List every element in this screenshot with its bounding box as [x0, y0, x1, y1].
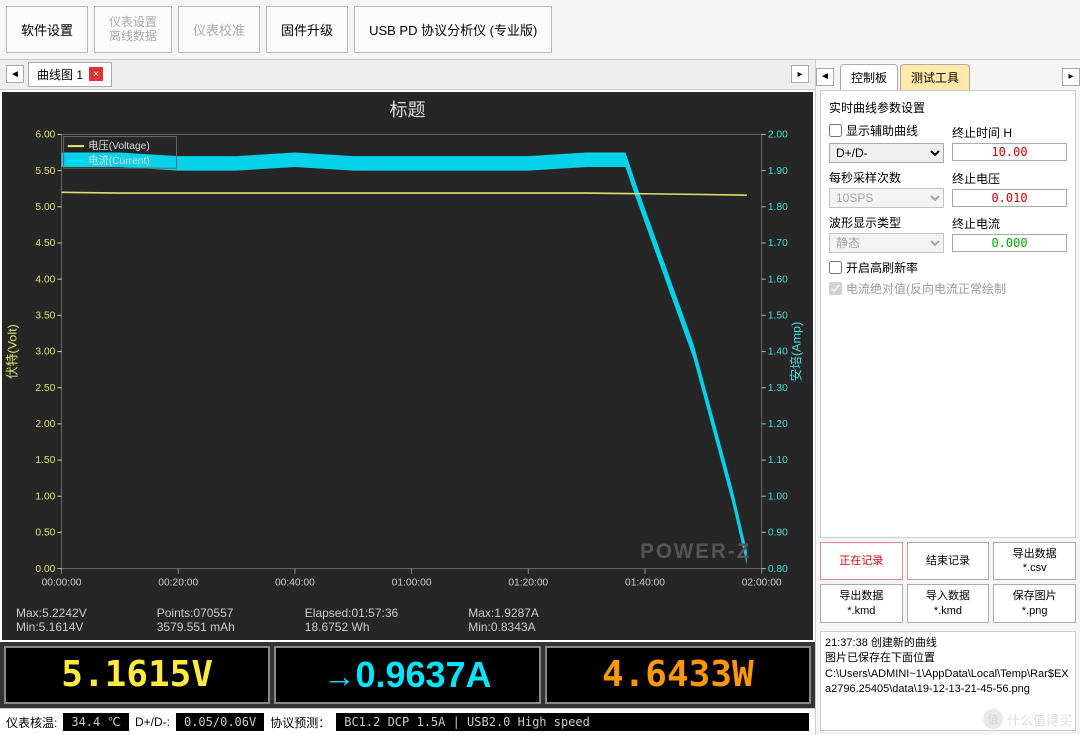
proto-value: BC1.2 DCP 1.5A | USB2.0 High speed — [336, 713, 809, 731]
svg-text:4.50: 4.50 — [35, 238, 55, 249]
svg-text:6.00: 6.00 — [35, 129, 55, 140]
export-kmd-button[interactable]: 导出数据*.kmd — [820, 584, 903, 623]
current-readout: →0.9637A — [274, 646, 540, 704]
aux-curve-checkbox[interactable] — [829, 124, 842, 137]
firmware-button[interactable]: 固件升级 — [266, 6, 348, 53]
import-kmd-button[interactable]: 导入数据*.kmd — [907, 584, 990, 623]
settings-button[interactable]: 软件设置 — [6, 6, 88, 53]
status-bar: 仪表核温: 34.4 ℃ D+/D-: 0.05/0.06V 协议预测： BC1… — [0, 708, 815, 735]
svg-text:1.50: 1.50 — [35, 455, 55, 466]
svg-text:1.00: 1.00 — [35, 491, 55, 502]
arrow-right-icon: → — [323, 658, 355, 694]
close-icon[interactable]: × — [89, 67, 103, 81]
readout-row: 5.1615V →0.9637A 4.6433W — [0, 642, 815, 708]
wave-select[interactable]: 静态 — [829, 233, 944, 253]
svg-text:1.90: 1.90 — [768, 165, 788, 176]
chart-tab-label: 曲线图 1 — [37, 66, 83, 83]
stop-record-button[interactable]: 结束记录 — [907, 542, 990, 581]
voltage-readout: 5.1615V — [4, 646, 270, 704]
end-time-field[interactable] — [952, 143, 1067, 161]
svg-text:0.00: 0.00 — [35, 563, 55, 574]
svg-text:0.80: 0.80 — [768, 563, 788, 574]
save-png-button[interactable]: 保存图片*.png — [993, 584, 1076, 623]
chart-info-row: Max:5.2242VMin:5.1614V Points:0705573579… — [2, 600, 813, 640]
top-toolbar: 软件设置 仪表设置离线数据 仪表校准 固件升级 USB PD 协议分析仪 (专业… — [0, 0, 1080, 60]
watermark-icon: 值 — [983, 709, 1003, 729]
panel-heading: 实时曲线参数设置 — [829, 99, 1067, 116]
panel-prev-button[interactable]: ◄ — [816, 68, 834, 86]
end-current-field[interactable] — [952, 234, 1067, 252]
action-buttons: 正在记录 结束记录 导出数据*.csv 导出数据*.kmd 导入数据*.kmd … — [816, 538, 1080, 627]
dpdm-value: 0.05/0.06V — [176, 713, 264, 731]
control-panel: 实时曲线参数设置 显示辅助曲线 D+/D- 终止时间 H 每秒采样次数 10SP… — [820, 90, 1076, 538]
svg-text:POWER-Z: POWER-Z — [640, 540, 751, 563]
svg-text:02:00:00: 02:00:00 — [742, 577, 782, 588]
chart-tabrow: ◄ 曲线图 1 × ▸ — [0, 60, 815, 90]
svg-text:5.50: 5.50 — [35, 165, 55, 176]
svg-text:01:00:00: 01:00:00 — [392, 577, 432, 588]
svg-text:2.00: 2.00 — [35, 419, 55, 430]
svg-text:伏特(Volt): 伏特(Volt) — [5, 324, 20, 379]
svg-text:00:40:00: 00:40:00 — [275, 577, 315, 588]
svg-text:4.00: 4.00 — [35, 274, 55, 285]
dpdm-select[interactable]: D+/D- — [829, 143, 944, 163]
right-tabrow: 控制板 测试工具 — [834, 60, 976, 90]
chart-tab[interactable]: 曲线图 1 × — [28, 62, 112, 87]
svg-text:00:00:00: 00:00:00 — [42, 577, 82, 588]
chart-canvas: 00:00:00 00:20:00 00:40:00 01:00:00 01:20:00… — [2, 126, 813, 600]
tab-prev-button[interactable]: ◄ — [6, 65, 24, 83]
offline-data-button[interactable]: 仪表设置离线数据 — [94, 6, 172, 53]
svg-text:2.00: 2.00 — [768, 129, 788, 140]
svg-text:1.50: 1.50 — [768, 310, 788, 321]
svg-text:1.40: 1.40 — [768, 346, 788, 357]
svg-text:5.00: 5.00 — [35, 202, 55, 213]
recording-button[interactable]: 正在记录 — [820, 542, 903, 581]
tab-controlpanel[interactable]: 控制板 — [840, 64, 898, 90]
svg-text:0.90: 0.90 — [768, 527, 788, 538]
svg-text:电压(Voltage): 电压(Voltage) — [88, 139, 150, 152]
panel-next-button[interactable]: ▸ — [1062, 68, 1080, 86]
svg-text:1.00: 1.00 — [768, 491, 788, 502]
chart-area: 标题 00:00:00 00:20:00 00:40:00 01:00:00 01:20… — [2, 92, 813, 640]
dpdm-label: D+/D-: — [135, 715, 170, 729]
sps-select[interactable]: 10SPS — [829, 188, 944, 208]
temp-value: 34.4 ℃ — [63, 713, 129, 731]
svg-text:00:20:00: 00:20:00 — [158, 577, 198, 588]
svg-text:1.20: 1.20 — [768, 419, 788, 430]
svg-text:01:20:00: 01:20:00 — [508, 577, 548, 588]
hirate-checkbox[interactable] — [829, 261, 842, 274]
svg-text:1.70: 1.70 — [768, 238, 788, 249]
svg-text:0.50: 0.50 — [35, 527, 55, 538]
end-voltage-field[interactable] — [952, 189, 1067, 207]
tab-testtool[interactable]: 测试工具 — [900, 64, 970, 90]
svg-text:电流(Current): 电流(Current) — [88, 154, 150, 167]
svg-text:01:40:00: 01:40:00 — [625, 577, 665, 588]
svg-text:1.80: 1.80 — [768, 202, 788, 213]
svg-text:1.30: 1.30 — [768, 383, 788, 394]
tab-next-button[interactable]: ▸ — [791, 65, 809, 83]
svg-text:2.50: 2.50 — [35, 383, 55, 394]
page-watermark: 值 什么值得买 — [983, 709, 1072, 729]
temp-label: 仪表核温: — [6, 714, 57, 731]
power-readout: 4.6433W — [545, 646, 811, 704]
proto-label: 协议预测： — [270, 714, 330, 731]
export-csv-button[interactable]: 导出数据*.csv — [993, 542, 1076, 581]
svg-text:1.10: 1.10 — [768, 455, 788, 466]
chart-title: 标题 — [2, 92, 813, 126]
svg-text:3.00: 3.00 — [35, 346, 55, 357]
svg-text:1.60: 1.60 — [768, 274, 788, 285]
usbpd-button[interactable]: USB PD 协议分析仪 (专业版) — [354, 6, 552, 53]
calibrate-button[interactable]: 仪表校准 — [178, 6, 260, 53]
svg-text:安培(Amp): 安培(Amp) — [789, 321, 804, 381]
svg-text:3.50: 3.50 — [35, 310, 55, 321]
abs-checkbox[interactable] — [829, 282, 842, 295]
